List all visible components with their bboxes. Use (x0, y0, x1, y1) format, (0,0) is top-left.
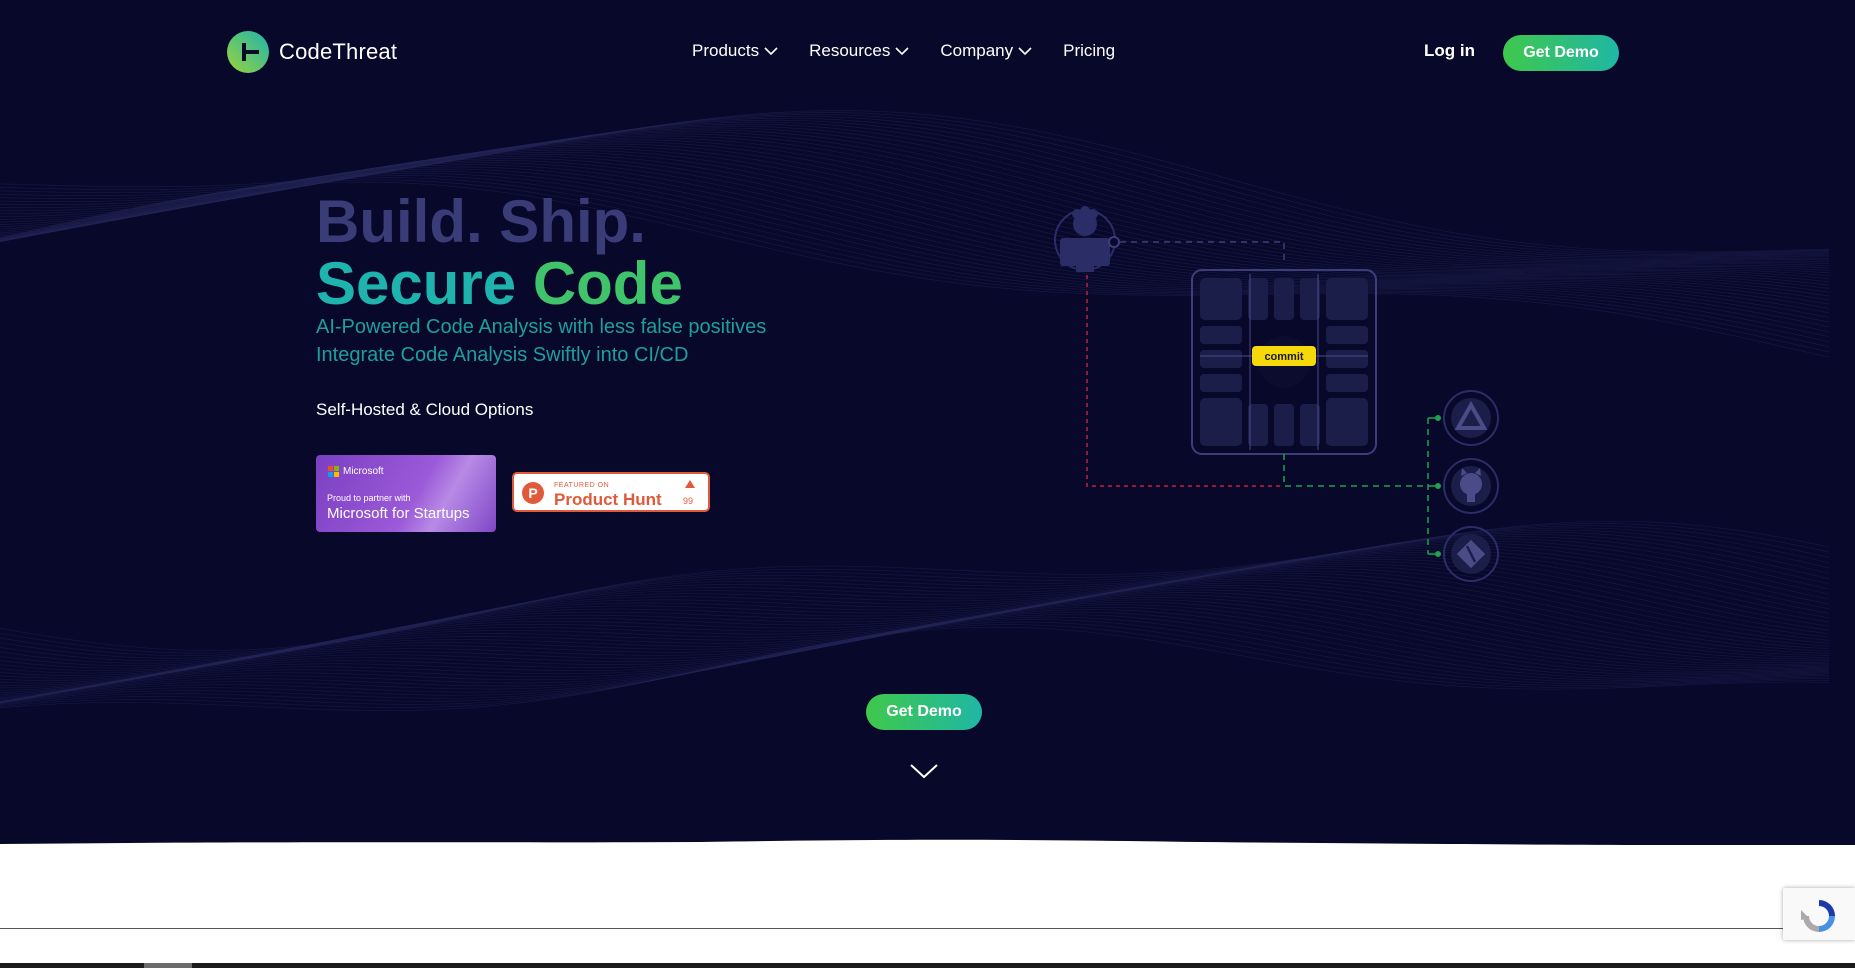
scroll-down-chevron-icon[interactable] (909, 762, 939, 780)
chevron-down-icon (764, 47, 778, 56)
subtitle-cicd: Integrate Code Analysis Swiftly into CI/… (316, 344, 689, 366)
recaptcha-badge[interactable] (1783, 888, 1855, 940)
microsoft-logo-text: Microsoft (343, 466, 384, 477)
product-hunt-featured: FEATURED ON (554, 482, 610, 489)
nav-resources[interactable]: Resources (809, 41, 909, 61)
codethreat-logo-icon (227, 31, 269, 73)
microsoft-badge-line1: Proud to partner with (327, 493, 411, 503)
main-nav: Products Resources Company Pricing (692, 41, 1115, 61)
scrollbar-thumb[interactable] (144, 963, 192, 968)
nav-products-label: Products (692, 41, 760, 60)
product-hunt-badge[interactable]: P FEATURED ON Product Hunt 99 (512, 472, 710, 512)
developer-icon (1054, 206, 1120, 272)
recaptcha-icon (1801, 900, 1835, 932)
headline-line2: Secure Code (316, 248, 683, 320)
nav-resources-label: Resources (809, 41, 891, 60)
subtitle-ai: AI-Powered Code Analysis with less false… (316, 316, 767, 338)
chevron-down-icon (1018, 47, 1032, 56)
upvote-arrow-icon (685, 480, 695, 488)
nav-company-label: Company (940, 41, 1014, 60)
code-grid: commit (1191, 269, 1377, 455)
headline-secure: Secure (316, 250, 517, 317)
brand-name: CodeThreat (279, 39, 398, 64)
microsoft-icon (328, 466, 339, 477)
brand-logo[interactable]: CodeThreat (227, 31, 397, 73)
bottom-scrollbar[interactable] (0, 963, 1855, 968)
azure-devops-icon (1443, 390, 1499, 446)
nav-company[interactable]: Company (940, 41, 1032, 61)
commit-label: commit (1264, 351, 1303, 363)
chevron-down-icon (895, 47, 909, 56)
git-icon (1443, 526, 1499, 582)
nav-products[interactable]: Products (692, 41, 778, 61)
deployment-options: Self-Hosted & Cloud Options (316, 400, 534, 419)
github-icon (1443, 458, 1499, 514)
microsoft-badge-line2: Microsoft for Startups (327, 505, 470, 522)
microsoft-logo: Microsoft (328, 466, 384, 477)
ci-pipeline-diagram: commit (1054, 206, 1499, 582)
headline-code: Code (532, 250, 683, 317)
get-demo-button[interactable]: Get Demo (1503, 35, 1619, 71)
product-hunt-count: 99 (683, 496, 694, 506)
nav-pricing[interactable]: Pricing (1063, 41, 1115, 61)
nav-pricing-label: Pricing (1063, 41, 1116, 60)
product-hunt-name: Product Hunt (554, 490, 662, 509)
microsoft-startups-badge[interactable]: Microsoft Proud to partner with Microsof… (316, 455, 496, 532)
hero-get-demo-button[interactable]: Get Demo (866, 694, 982, 730)
login-link[interactable]: Log in (1424, 41, 1475, 61)
hero-bottom-edge (0, 839, 1639, 845)
product-hunt-icon: P (522, 482, 544, 504)
hero-section: CodeThreat Products Resources Company Pr… (0, 0, 1855, 845)
section-divider (0, 928, 1785, 929)
